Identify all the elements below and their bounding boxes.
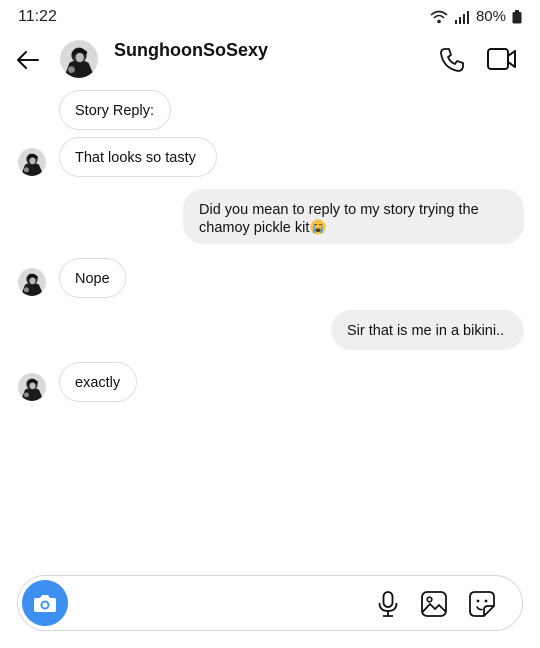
call-button[interactable] xyxy=(438,46,466,74)
avatar[interactable] xyxy=(18,148,46,176)
battery-icon xyxy=(512,9,522,24)
image-icon xyxy=(421,591,447,617)
message-text: Story Reply: xyxy=(75,103,154,119)
wifi-icon xyxy=(430,10,448,24)
message-bubble-outgoing[interactable]: Sir that is me in a bikini.. xyxy=(331,310,524,350)
camera-button[interactable] xyxy=(22,580,68,626)
battery-percent: 80% xyxy=(475,8,506,25)
message-text-line: chamoy pickle kit xyxy=(199,220,310,236)
microphone-icon xyxy=(378,591,398,617)
status-bar: 11:22 80% xyxy=(0,0,540,32)
message-text: Sir that is me in a bikini.. xyxy=(347,323,505,339)
back-button[interactable] xyxy=(14,46,42,74)
message-composer xyxy=(17,575,523,631)
gallery-button[interactable] xyxy=(419,589,449,619)
message-text: That looks so tasty xyxy=(75,150,196,166)
crying-face-emoji xyxy=(310,219,326,240)
avatar[interactable] xyxy=(18,373,46,401)
avatar[interactable] xyxy=(18,268,46,296)
sticker-icon xyxy=(469,591,495,617)
message-text-line: Did you mean to reply to my story trying… xyxy=(199,202,479,218)
message-bubble-incoming[interactable]: exactly xyxy=(59,362,137,402)
video-camera-icon xyxy=(487,48,516,70)
video-call-button[interactable] xyxy=(486,44,518,74)
avatar[interactable] xyxy=(60,40,98,78)
status-indicators: 80% xyxy=(430,8,522,25)
message-bubble-incoming[interactable]: That looks so tasty xyxy=(59,137,217,177)
message-bubble-incoming[interactable]: Nope xyxy=(59,258,126,298)
message-text: Nope xyxy=(75,271,110,287)
message-text: exactly xyxy=(75,375,121,391)
sticker-button[interactable] xyxy=(467,589,497,619)
camera-icon xyxy=(34,595,56,612)
contact-name[interactable]: SunghoonSoSexy xyxy=(114,40,268,61)
microphone-button[interactable] xyxy=(373,589,403,619)
signal-icon xyxy=(454,10,470,24)
arrow-left-icon xyxy=(17,51,39,69)
phone-icon xyxy=(440,48,464,72)
chat-header: SunghoonSoSexy xyxy=(0,32,540,88)
status-time: 11:22 xyxy=(18,8,57,25)
message-bubble-incoming[interactable]: Story Reply: xyxy=(59,90,171,130)
message-bubble-outgoing[interactable]: Did you mean to reply to my story trying… xyxy=(183,189,524,244)
message-input[interactable] xyxy=(80,586,364,622)
